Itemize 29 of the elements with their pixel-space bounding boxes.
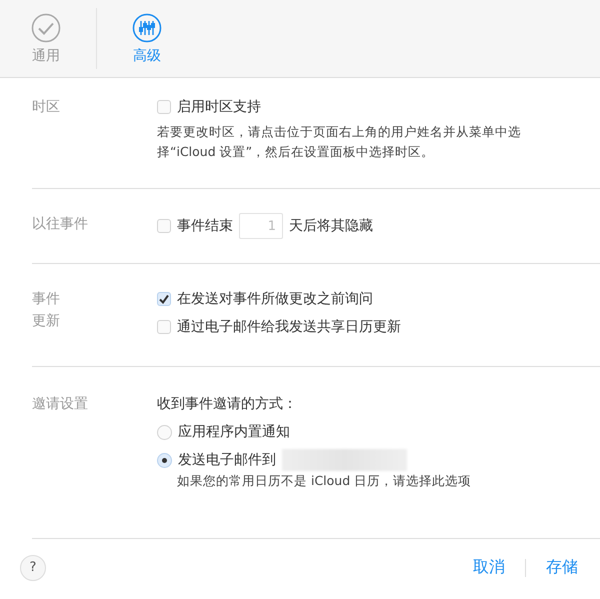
radio-label: 发送电子邮件到 — [178, 451, 276, 470]
days-field[interactable]: 1 — [239, 213, 283, 239]
help-text: 若要更改时区，请点击位于页面右上角的用户姓名并从菜单中选择“iCloud 设置”，然后在设置面板中选择时区。 — [157, 123, 522, 161]
section-label: 时区 — [32, 98, 61, 117]
section-label: 更新 — [32, 312, 61, 331]
help-button[interactable]: ? — [20, 554, 46, 580]
checkbox[interactable] — [157, 100, 171, 114]
radio-button[interactable] — [157, 452, 172, 468]
section-label: 事件 — [32, 290, 61, 309]
radio-label: 应用程序内置通知 — [178, 423, 290, 442]
section-label: 邀请设置 — [32, 395, 89, 414]
save-button[interactable]: 存储 — [546, 557, 578, 578]
checkbox[interactable] — [157, 219, 171, 233]
option-heading: 收到事件邀请的方式： — [157, 395, 297, 414]
tab[interactable]: 通用 — [0, 0, 92, 77]
checkbox-label: 启用时区支持 — [177, 98, 261, 117]
tab[interactable]: 高级 — [101, 0, 193, 77]
checkbox[interactable] — [157, 292, 171, 306]
checkmark-icon — [31, 12, 61, 42]
checkbox[interactable] — [157, 320, 171, 334]
checkbox-label: 在发送对事件所做更改之前询问 — [177, 290, 373, 309]
sliders-icon — [132, 12, 162, 42]
days-suffix: 天后将其隐藏 — [289, 217, 373, 236]
section-label: 以往事件 — [32, 215, 89, 234]
checkbox-label: 通过电子邮件给我发送共享日历更新 — [177, 318, 401, 337]
help-text: 如果您的常用日历不是 iCloud 日历，请选择此选项 — [177, 473, 472, 490]
checkbox-label: 事件结束 — [177, 217, 233, 236]
cancel-button[interactable]: 取消 — [473, 557, 505, 578]
radio-button[interactable] — [157, 424, 172, 440]
